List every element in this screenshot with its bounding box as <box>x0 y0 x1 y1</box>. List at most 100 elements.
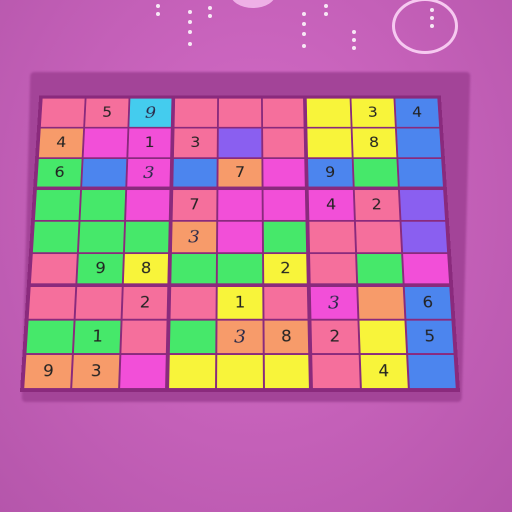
sudoku-cell[interactable]: 3 <box>71 354 121 390</box>
sudoku-cell[interactable] <box>74 286 124 320</box>
sudoku-cell[interactable] <box>217 97 263 128</box>
sudoku-cell[interactable] <box>173 97 218 128</box>
sudoku-cell[interactable] <box>27 286 77 320</box>
sudoku-cell[interactable] <box>216 220 264 254</box>
sudoku-cell[interactable] <box>31 220 80 254</box>
sudoku-cell[interactable]: 3 <box>170 220 218 254</box>
sudoku-cell[interactable] <box>357 319 407 355</box>
decorative-ring <box>392 0 458 54</box>
sudoku-cell[interactable]: 3 <box>216 319 264 355</box>
sudoku-cell[interactable]: 8 <box>351 127 398 159</box>
sudoku-cell[interactable] <box>352 158 399 190</box>
sudoku-cell[interactable] <box>262 189 309 221</box>
sudoku-cell[interactable]: 3 <box>310 286 358 320</box>
decorative-dash <box>188 10 192 14</box>
sudoku-cell[interactable]: 9 <box>23 354 74 390</box>
sudoku-cell[interactable] <box>168 319 217 355</box>
sudoku-cell[interactable] <box>406 354 457 390</box>
sudoku-cell[interactable] <box>81 158 128 190</box>
sudoku-cell[interactable]: 3 <box>350 97 396 128</box>
sudoku-cell[interactable] <box>78 220 126 254</box>
sudoku-cell[interactable]: 1 <box>216 286 264 320</box>
sudoku-cell[interactable]: 1 <box>127 127 174 159</box>
sudoku-cell[interactable]: 1 <box>73 319 122 355</box>
sudoku-cell[interactable] <box>82 127 129 159</box>
decorative-dash <box>324 12 328 16</box>
sudoku-cell[interactable] <box>262 158 309 190</box>
sudoku-cell[interactable] <box>311 354 361 390</box>
sudoku-cell[interactable] <box>125 189 172 221</box>
sudoku-cell[interactable] <box>169 286 217 320</box>
sudoku-cell[interactable]: 6 <box>403 286 453 320</box>
sudoku-cell[interactable]: 9 <box>128 97 174 128</box>
sudoku-cell[interactable] <box>120 319 170 355</box>
sudoku-cell[interactable]: 2 <box>263 253 311 287</box>
sudoku-cell[interactable] <box>25 319 75 355</box>
sudoku-cell[interactable]: 5 <box>405 319 455 355</box>
sudoku-cell[interactable] <box>401 253 451 287</box>
sudoku-cell[interactable]: 9 <box>307 158 354 190</box>
decorative-blob <box>230 0 276 8</box>
decorative-dash <box>208 14 212 18</box>
sudoku-cell[interactable] <box>167 354 217 390</box>
decorative-dash <box>208 6 212 10</box>
decorative-dash <box>430 16 434 20</box>
sudoku-cell[interactable] <box>217 127 263 159</box>
sudoku-cell[interactable] <box>216 253 264 287</box>
sudoku-cell[interactable] <box>263 354 313 390</box>
sudoku-cell[interactable] <box>398 189 447 221</box>
decorative-dash <box>352 38 356 42</box>
decorative-dash <box>156 4 160 8</box>
sudoku-cell[interactable]: 4 <box>394 97 441 128</box>
sudoku-cell[interactable] <box>355 253 404 287</box>
sudoku-cell[interactable] <box>354 220 402 254</box>
sudoku-cell[interactable] <box>79 189 127 221</box>
decorative-dash <box>302 12 306 16</box>
sudoku-cell[interactable] <box>356 286 406 320</box>
sudoku-cell[interactable]: 7 <box>217 158 263 190</box>
sudoku-cell[interactable] <box>395 127 443 159</box>
sudoku-cell[interactable] <box>397 158 445 190</box>
sudoku-cell[interactable]: 3 <box>172 127 218 159</box>
sudoku-cell[interactable] <box>308 220 356 254</box>
sudoku-cell[interactable]: 2 <box>121 286 170 320</box>
sudoku-cell[interactable]: 8 <box>123 253 171 287</box>
sudoku-cell[interactable] <box>262 127 308 159</box>
decorative-dash <box>156 12 160 16</box>
decorative-dash <box>188 20 192 24</box>
sudoku-cell[interactable]: 8 <box>263 319 312 355</box>
sudoku-cell[interactable] <box>171 158 218 190</box>
sudoku-cell[interactable]: 7 <box>171 189 218 221</box>
sudoku-cell[interactable] <box>215 354 265 390</box>
sudoku-cell[interactable]: 4 <box>359 354 409 390</box>
sudoku-cell[interactable]: 4 <box>37 127 85 159</box>
decorative-dash <box>188 42 192 46</box>
sudoku-cell[interactable] <box>262 220 310 254</box>
sudoku-cell[interactable] <box>400 220 449 254</box>
sudoku-cell[interactable] <box>263 286 311 320</box>
sudoku-cell[interactable] <box>306 97 352 128</box>
decorative-dash <box>302 22 306 26</box>
sudoku-cell[interactable] <box>169 253 217 287</box>
decorative-dash <box>324 4 328 8</box>
sudoku-cell[interactable] <box>262 97 307 128</box>
sudoku-cell[interactable]: 2 <box>310 319 360 355</box>
sudoku-cell[interactable] <box>309 253 357 287</box>
sudoku-cell[interactable] <box>124 220 172 254</box>
sudoku-cell[interactable]: 9 <box>76 253 125 287</box>
decorative-dash <box>352 46 356 50</box>
sudoku-cell[interactable]: 3 <box>126 158 173 190</box>
sudoku-cell[interactable] <box>217 189 263 221</box>
decorative-dash <box>430 24 434 28</box>
sudoku-cell[interactable]: 2 <box>353 189 401 221</box>
sudoku-cell[interactable]: 5 <box>84 97 130 128</box>
sudoku-cell[interactable] <box>29 253 79 287</box>
decorative-dash <box>302 32 306 36</box>
sudoku-cell[interactable]: 4 <box>308 189 355 221</box>
sudoku-cell[interactable] <box>33 189 82 221</box>
sudoku-cell[interactable] <box>39 97 86 128</box>
sudoku-cell[interactable] <box>119 354 169 390</box>
sudoku-cell[interactable] <box>306 127 353 159</box>
sudoku-cell[interactable]: 6 <box>35 158 83 190</box>
decorative-dash <box>302 44 306 48</box>
